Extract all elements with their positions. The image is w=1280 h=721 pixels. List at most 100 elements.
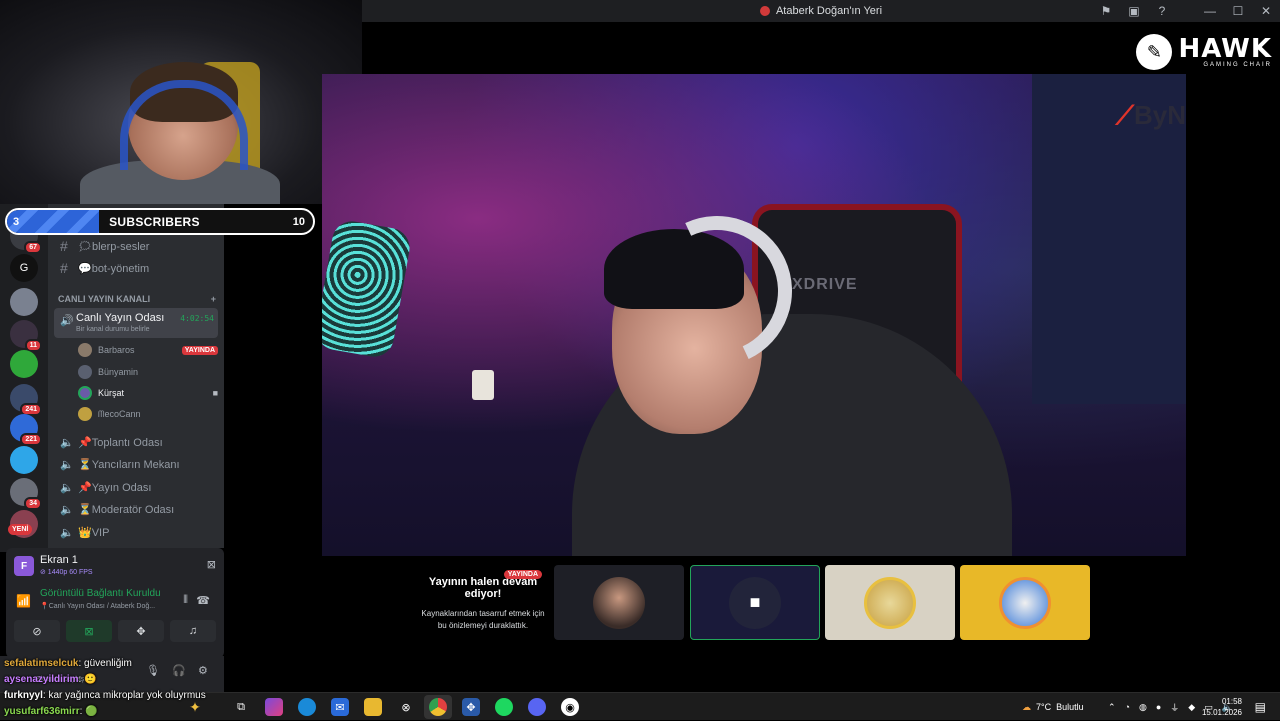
server-icon[interactable]: 221 — [10, 414, 42, 446]
weather-temp: 7°C — [1036, 702, 1052, 712]
avatar — [78, 386, 92, 400]
hawk-brand: HAWK — [1178, 34, 1272, 64]
connection-status[interactable]: Görüntülü Bağlantı Kuruldu — [40, 588, 161, 599]
channel-label: 💬bot-yönetim — [78, 262, 150, 275]
hawk-logo-icon: ✎ — [1136, 34, 1173, 70]
help-icon[interactable]: ? — [1148, 0, 1176, 22]
activities-button[interactable]: ✥ — [118, 620, 164, 642]
screen-share-stream[interactable]: XDRIVE ⟋ByN — [322, 74, 1186, 556]
connection-channel[interactable]: 📍Canlı Yayın Odası / Ataberk Doğ... — [40, 602, 155, 610]
tray-app-icon[interactable]: ◔ — [1125, 702, 1130, 712]
voice-channel[interactable]: 🔈 👑VIP — [54, 522, 218, 542]
minimize-icon[interactable]: — — [1196, 0, 1224, 22]
participant-tile[interactable] — [825, 565, 955, 640]
goal-target: 10 — [292, 215, 305, 228]
speaker-icon: 🔈 — [60, 526, 74, 539]
voice-member[interactable]: Kürşat ■ — [78, 383, 218, 403]
spotify-icon[interactable] — [495, 698, 513, 716]
preview-description: Kaynaklarından tasarruf etmek için bu ön… — [421, 609, 545, 630]
voice-channel[interactable]: 🔈 ⏳Moderatör Odası — [54, 499, 218, 519]
server-icon — [759, 6, 770, 16]
tray-app-icon[interactable]: ◆ — [1188, 702, 1195, 713]
voice-channel[interactable]: 🔈 ⏳Yancıların Mekanı — [54, 454, 218, 474]
window-icon[interactable]: ▣ — [1120, 0, 1148, 22]
headphones-icon[interactable]: 🎧 — [172, 664, 186, 677]
live-badge: YAYINDA — [503, 570, 542, 579]
xbox-icon[interactable]: ⊗ — [397, 698, 415, 716]
server-icon[interactable]: 11 — [10, 320, 42, 352]
clock[interactable]: 01:58 15.01.2026 — [1202, 696, 1242, 718]
voice-channel-live[interactable]: 🔊 Canlı Yayın Odası Bir kanal durumu bel… — [54, 308, 218, 338]
noise-suppression-icon[interactable]: ⦀ — [183, 594, 188, 607]
participant-tile[interactable] — [554, 565, 684, 640]
inbox-flag-icon[interactable]: ⚑ — [1092, 0, 1120, 22]
channel-label: 📌Yayın Odası — [78, 481, 152, 494]
speaker-icon: 🔊 — [60, 315, 74, 327]
camera-icon: ■ — [729, 576, 781, 629]
screen-share-button[interactable]: ⊠ — [66, 620, 112, 642]
server-icon[interactable] — [10, 350, 38, 378]
screen-share-icon: F — [14, 556, 34, 576]
mention-badge: 67 — [24, 241, 42, 254]
maximize-icon[interactable]: ☐ — [1224, 0, 1252, 22]
text-channel[interactable]: # 💬bot-yönetim — [54, 258, 218, 278]
tray-app-icon[interactable]: ● — [1156, 702, 1161, 712]
channel-label: 👑VIP — [78, 526, 110, 539]
camera-toggle-button[interactable]: ⊘ — [14, 620, 60, 642]
server-icon[interactable]: G — [10, 254, 38, 282]
screen-share-info[interactable]: F Ekran 1 ⊘ 1440p 60 FPS ⊠ — [14, 554, 216, 578]
add-channel-icon[interactable]: + — [211, 294, 216, 304]
soundboard-button[interactable]: ♫ — [170, 620, 216, 642]
participant-tile[interactable] — [960, 565, 1090, 640]
speaker-icon: 🔈 — [60, 503, 74, 516]
participant-tile[interactable]: ■ — [690, 565, 820, 640]
chat-user: furknyyl — [4, 690, 43, 701]
tray-app-icon[interactable]: ◍ — [1139, 702, 1147, 713]
voice-member[interactable]: Barbaros YAYINDA — [78, 340, 218, 360]
chrome-icon[interactable] — [429, 698, 447, 716]
usb-icon[interactable]: ⏚ — [1170, 701, 1179, 714]
mention-badge: 221 — [20, 433, 42, 446]
server-icon[interactable] — [10, 288, 38, 316]
obs-icon[interactable]: ◉ — [561, 698, 579, 716]
stop-share-icon[interactable]: ⊠ — [207, 558, 216, 571]
server-icon[interactable]: 34 — [10, 478, 42, 510]
tray-overflow-icon[interactable]: ⌃ — [1108, 702, 1116, 713]
notification-icon[interactable]: ▤ — [1255, 700, 1266, 714]
voice-channel[interactable]: 🔈 📌Yayın Odası — [54, 477, 218, 497]
stream-sponsor-logo: ⟋ByN — [1115, 100, 1186, 130]
voice-channel[interactable]: 🔈 📌Toplantı Odası — [54, 432, 218, 452]
file-explorer-icon[interactable] — [364, 698, 382, 716]
speaker-icon: 🔈 — [60, 458, 74, 471]
weather-widget[interactable]: ☁ 7°C Bulutlu — [1022, 693, 1084, 721]
signal-icon: 📶 — [16, 594, 31, 608]
disconnect-icon[interactable]: ☎ — [196, 594, 210, 607]
settings-gear-icon[interactable]: ⚙ — [198, 664, 208, 677]
server-icon[interactable] — [10, 446, 38, 474]
discord-icon[interactable] — [528, 698, 546, 716]
preview-headline: Yayının halen devam ediyor! — [428, 576, 538, 600]
server-icon[interactable]: 241 — [10, 384, 42, 416]
close-icon[interactable]: ✕ — [1252, 0, 1280, 22]
text-channel[interactable]: # 🗯blerp-sesler — [54, 236, 218, 256]
channel-status[interactable]: Bir kanal durumu belirle — [76, 326, 150, 333]
copilot-icon[interactable] — [265, 698, 283, 716]
clock-time: 01:58 — [1221, 697, 1242, 706]
category-header[interactable]: CANLI YAYIN KANALI + — [58, 294, 216, 304]
mail-icon[interactable]: ✉ — [331, 698, 349, 716]
clock-date: 15.01.2026 — [1201, 708, 1242, 717]
chat-user: aysenazyildirim — [4, 674, 79, 685]
app-icon[interactable]: ✥ — [462, 698, 480, 716]
category-label: CANLI YAYIN KANALI — [58, 294, 151, 304]
task-view-icon[interactable]: ⧉ — [232, 698, 250, 716]
edge-icon[interactable] — [298, 698, 316, 716]
mic-icon[interactable]: 🎙 — [146, 664, 160, 677]
live-badge: YAYINDA — [181, 345, 218, 355]
voice-member[interactable]: Bünyamin — [78, 362, 218, 382]
voice-member[interactable]: ᗰecoCann — [78, 404, 218, 424]
member-name: Kürşat — [98, 388, 125, 398]
participant-avatar — [999, 576, 1051, 629]
hash-icon: # — [60, 260, 68, 276]
participant-avatar — [593, 576, 645, 629]
call-timer: 4:02:54 — [180, 314, 214, 323]
